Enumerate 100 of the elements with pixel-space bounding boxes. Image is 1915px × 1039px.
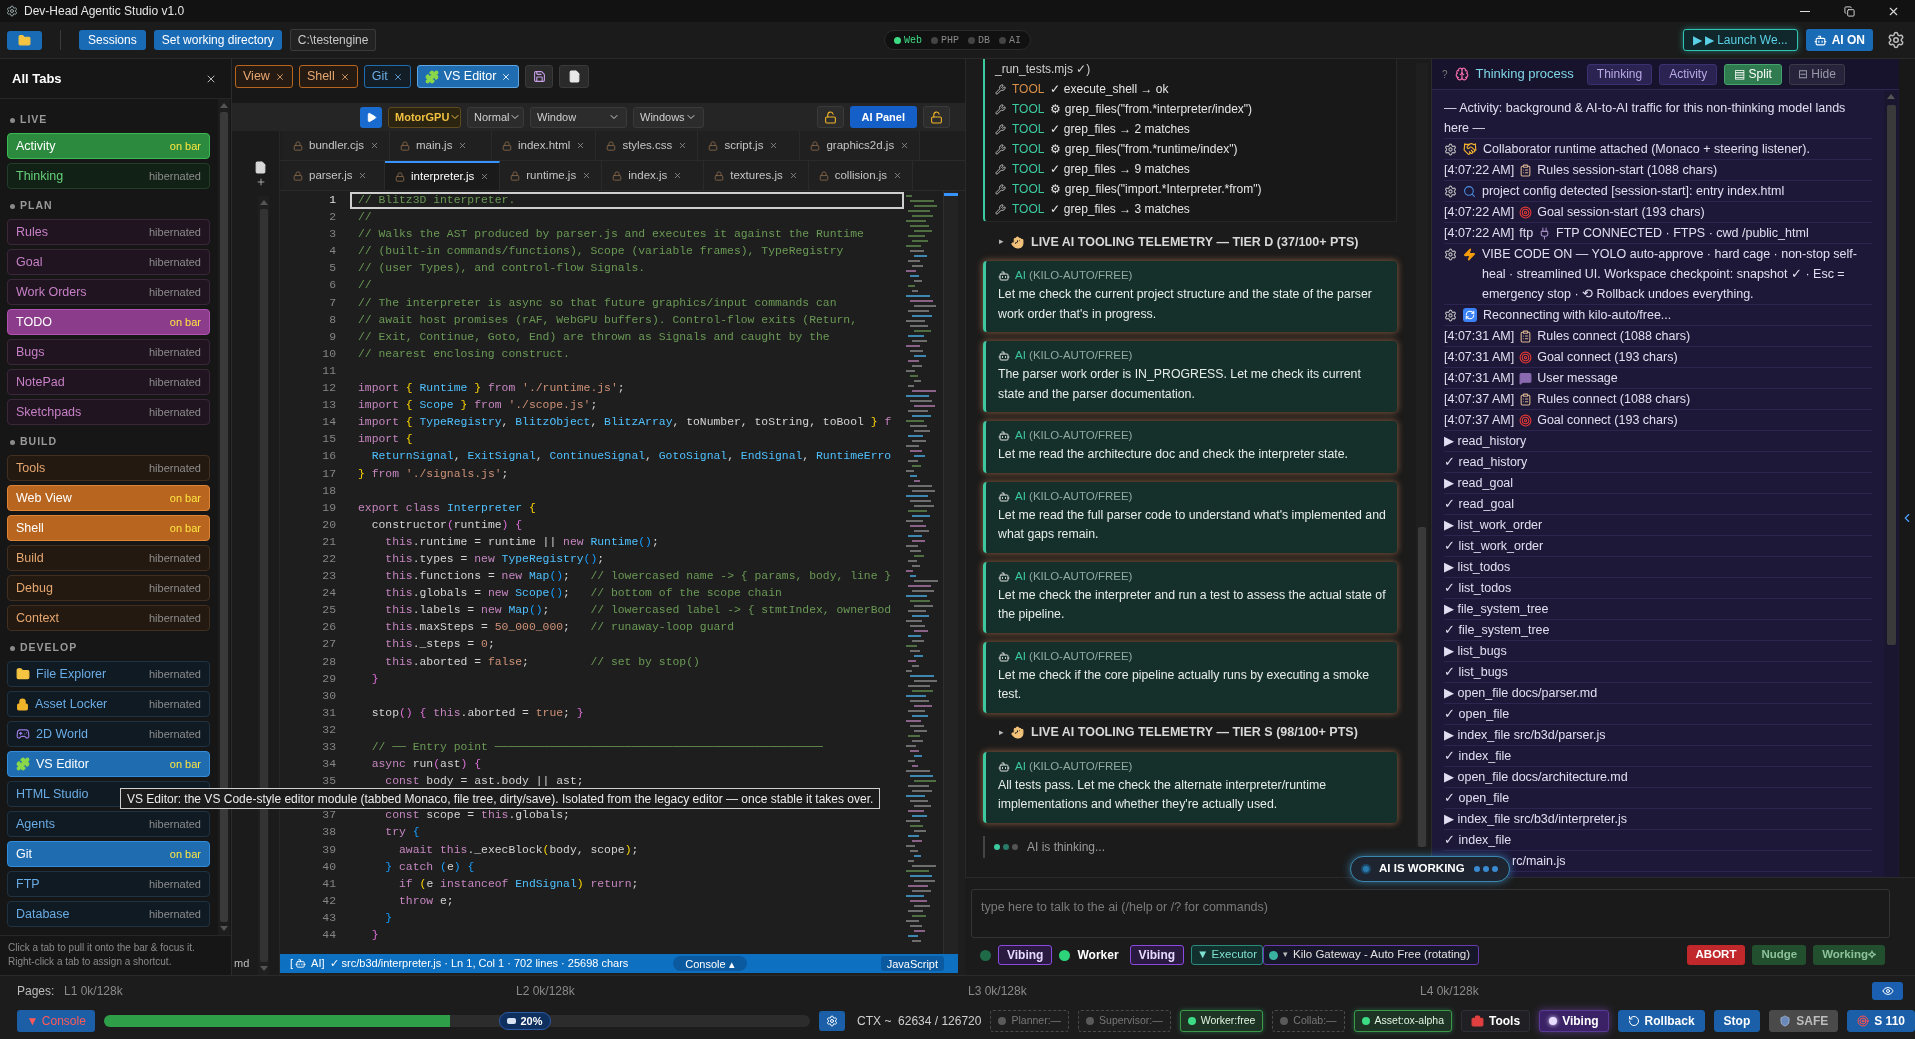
tab-list-item[interactable]: Sketchpads hibernated: [7, 399, 210, 425]
line-number: 26: [321, 620, 337, 636]
footer-button[interactable]: SAFE: [1769, 1010, 1839, 1032]
tool-step: ▶ list_bugs: [1444, 644, 1507, 658]
tab-list-item[interactable]: Tools hibernated: [7, 455, 210, 481]
log-source: ftp: [1519, 225, 1534, 242]
platform-dropdown[interactable]: Windows: [633, 106, 704, 128]
action-button[interactable]: Working⟡: [1813, 945, 1885, 965]
scrollbar[interactable]: [1416, 63, 1428, 847]
open-folder-button[interactable]: [7, 30, 42, 50]
tab-list-item[interactable]: Asset Locker hibernated: [7, 691, 210, 717]
close-icon[interactable]: [788, 171, 798, 180]
expand-toggle[interactable]: ▸: [999, 235, 1004, 249]
ai-panel-button[interactable]: AI Panel: [849, 106, 917, 128]
display-dropdown[interactable]: Window: [530, 106, 627, 128]
file-icon[interactable]: [254, 161, 267, 174]
close-icon[interactable]: [893, 171, 903, 180]
help-mark[interactable]: ?: [1442, 66, 1448, 82]
close-icon[interactable]: [501, 71, 512, 82]
tab-list-item[interactable]: NotePad hibernated: [7, 369, 210, 395]
close-icon[interactable]: [392, 71, 403, 82]
tab-list-item[interactable]: Agents hibernated: [7, 811, 210, 837]
mode-chip[interactable]: Vibing: [998, 945, 1053, 965]
footer-button[interactable]: Tools: [1461, 1010, 1531, 1032]
file-name[interactable]: md: [234, 954, 258, 971]
close-icon[interactable]: [458, 141, 468, 150]
tab-list-item[interactable]: TODO on bar: [7, 309, 210, 335]
footer-button[interactable]: Vibing: [1539, 1010, 1609, 1032]
plus-icon[interactable]: [255, 177, 266, 187]
tab-list-item[interactable]: Thinking hibernated: [7, 163, 210, 189]
lock-button[interactable]: [816, 106, 844, 128]
line-number: 38: [321, 825, 337, 841]
line-number: 7: [328, 295, 337, 311]
close-icon[interactable]: [582, 171, 592, 180]
close-icon[interactable]: [358, 171, 368, 180]
close-icon[interactable]: [274, 71, 285, 82]
tab-list-item[interactable]: Work Orders hibernated: [7, 279, 210, 305]
tab-list-item[interactable]: Build hibernated: [7, 545, 210, 571]
eye-button[interactable]: [1872, 982, 1903, 1000]
action-button[interactable]: ABORT: [1686, 945, 1746, 965]
target-dropdown[interactable]: MotorGPU: [388, 106, 461, 128]
tab-list-item[interactable]: Rules hibernated: [7, 219, 210, 245]
ai-toggle-button[interactable]: AI ON: [1805, 29, 1873, 51]
tab-list-item[interactable]: Activity on bar: [7, 133, 210, 159]
open-tab[interactable]: View: [235, 65, 293, 88]
action-button[interactable]: Nudge: [1752, 945, 1807, 965]
set-directory-button[interactable]: Set working directory: [153, 30, 282, 50]
tab-list-item[interactable]: Bugs hibernated: [7, 339, 210, 365]
message-input[interactable]: type here to talk to the ai (/help or /? for commands): [971, 889, 1890, 938]
file-tab[interactable]: interpreter.js: [385, 161, 501, 190]
footer-button[interactable]: Stop: [1713, 1010, 1761, 1032]
tab-list-item[interactable]: Web View on bar: [7, 485, 210, 511]
tab-list-item[interactable]: Context hibernated: [7, 605, 210, 631]
tab-status: on bar: [169, 520, 201, 536]
sessions-button[interactable]: Sessions: [79, 30, 146, 50]
service-label: AI: [1009, 33, 1022, 48]
close-icon[interactable]: [576, 141, 586, 150]
hide-button[interactable]: ⊟ Hide: [1788, 63, 1845, 85]
close-icon[interactable]: [678, 141, 688, 150]
tab-list-item[interactable]: Git on bar: [7, 841, 210, 867]
close-icon[interactable]: [900, 141, 910, 150]
tab-list-item[interactable]: VS Editor on bar: [7, 751, 210, 777]
wrench-icon: [995, 143, 1006, 155]
settings-button[interactable]: [818, 1011, 846, 1031]
mode-dropdown[interactable]: Normal: [467, 106, 524, 128]
tab-list-item[interactable]: Debug hibernated: [7, 575, 210, 601]
mode-chip[interactable]: Vibing: [1129, 945, 1185, 965]
launch-button[interactable]: ▶ ▶ Launch We...: [1682, 29, 1798, 51]
panel-tab[interactable]: ▤ Split: [1724, 63, 1782, 85]
open-tab[interactable]: Shell: [298, 65, 358, 88]
save-button[interactable]: [525, 65, 554, 88]
tab-list-item[interactable]: Shell on bar: [7, 515, 210, 541]
tab-list-item[interactable]: Goal hibernated: [7, 249, 210, 275]
model-select[interactable]: ▾ Kilo Gateway - Auto Free (rotating): [1263, 945, 1480, 965]
tab-list-item[interactable]: 2D World hibernated: [7, 721, 210, 747]
directory-field[interactable]: C:\testengine: [289, 29, 377, 51]
pages-label: Pages:: [17, 983, 56, 1000]
close-icon[interactable]: [370, 141, 379, 150]
panel-tab[interactable]: Thinking: [1586, 63, 1653, 85]
new-file-button[interactable]: [559, 65, 590, 88]
console-button[interactable]: Console ▴: [673, 956, 747, 971]
language-label[interactable]: JavaScript: [880, 956, 944, 971]
scrollbar[interactable]: [1884, 90, 1898, 877]
open-tab[interactable]: VS Editor: [416, 65, 520, 88]
settings-icon[interactable]: [1887, 31, 1905, 49]
panel-tab[interactable]: Activity: [1659, 63, 1718, 85]
footer-button[interactable]: Rollback: [1617, 1010, 1705, 1032]
footer-button[interactable]: S 110: [1847, 1010, 1915, 1032]
lock-button[interactable]: [923, 106, 950, 128]
tab-list-item[interactable]: Database hibernated: [7, 901, 210, 927]
tab-list-item[interactable]: File Explorer hibernated: [7, 661, 210, 687]
open-tab[interactable]: Git: [363, 65, 411, 88]
run-button[interactable]: [360, 106, 382, 128]
close-icon[interactable]: [769, 141, 779, 150]
close-icon[interactable]: [480, 172, 490, 181]
close-icon[interactable]: [339, 71, 350, 82]
tab-list-item[interactable]: FTP hibernated: [7, 871, 210, 897]
expand-toggle[interactable]: ▸: [999, 725, 1004, 740]
close-icon[interactable]: [673, 171, 683, 180]
executor-chip[interactable]: ▼ Executor: [1191, 945, 1263, 965]
